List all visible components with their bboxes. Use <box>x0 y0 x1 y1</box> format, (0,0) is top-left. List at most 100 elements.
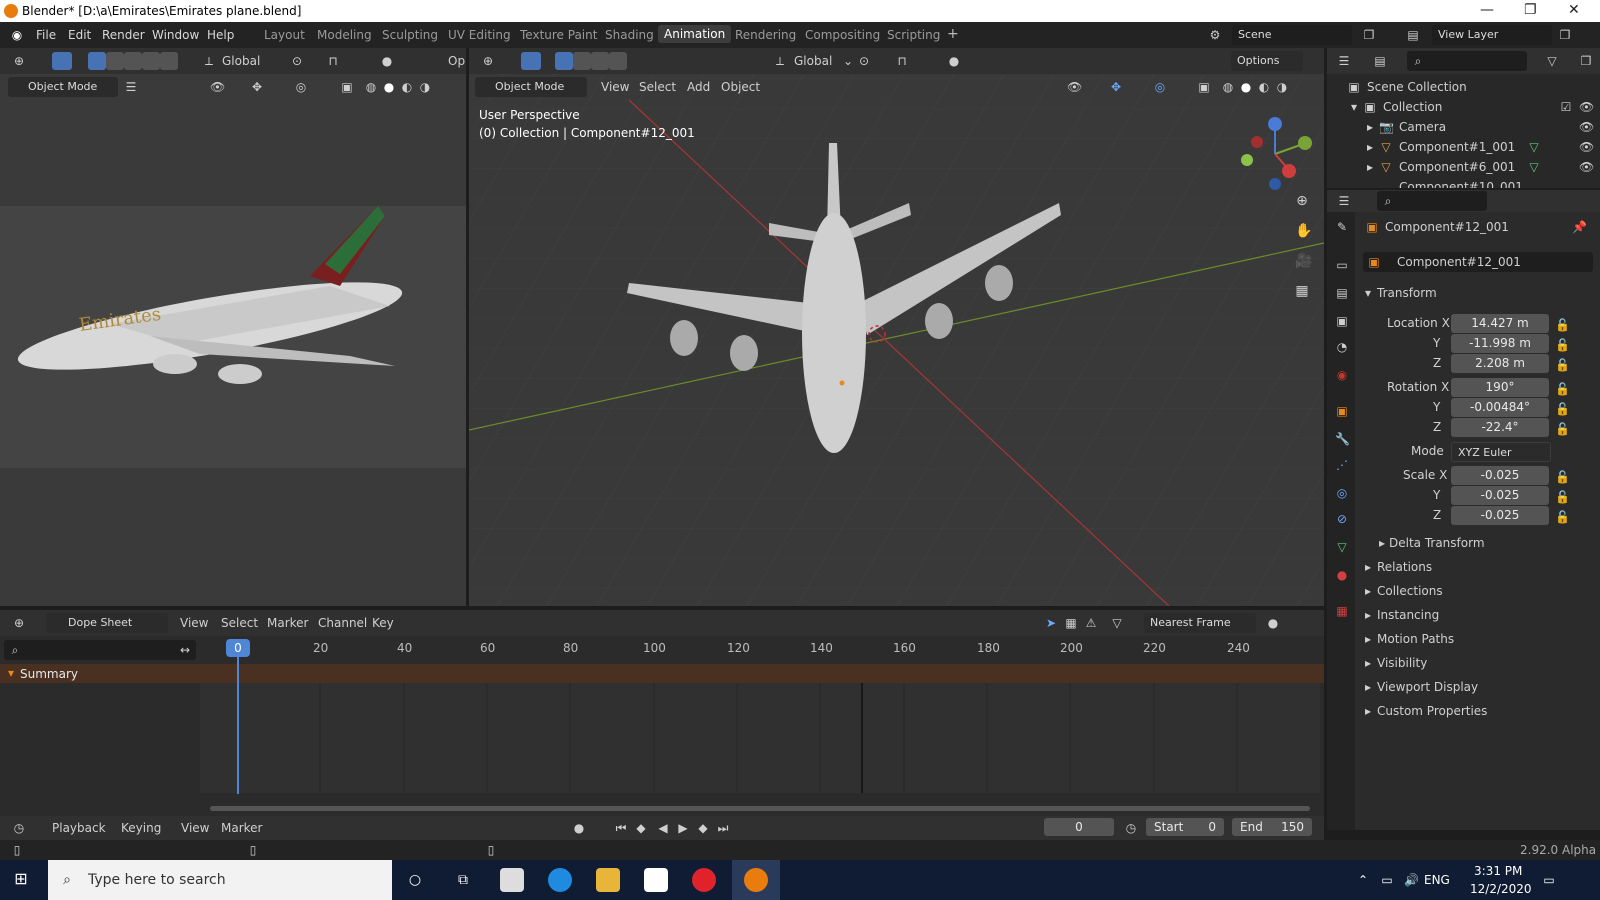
summary-row[interactable] <box>0 664 1324 683</box>
gizmo-icon[interactable]: ✥ <box>250 80 264 94</box>
viewport-dropdown-arrow-icon[interactable]: ⌄ <box>841 54 855 68</box>
tab-shading[interactable]: Shading <box>605 28 654 42</box>
panel-expand-icon[interactable]: ▸ <box>1361 632 1375 646</box>
jump-start-icon[interactable]: ⏮ <box>614 821 628 835</box>
transform-panel-title[interactable]: Transform <box>1377 286 1437 300</box>
location-y-field[interactable]: -11.998 m <box>1451 334 1549 353</box>
opera-icon[interactable] <box>692 868 716 892</box>
rotation-mode-dropdown[interactable]: XYZ Euler <box>1451 442 1551 462</box>
new-scene-icon[interactable]: ❐ <box>1362 28 1376 42</box>
overlay-icon[interactable]: ◎ <box>294 80 308 94</box>
panel-viewport-display[interactable]: Viewport Display <box>1377 680 1478 694</box>
render-tab-icon[interactable]: ▭ <box>1335 258 1349 272</box>
panel-custom-properties[interactable]: Custom Properties <box>1377 704 1487 718</box>
pivot-icon[interactable]: ⊙ <box>290 54 304 68</box>
left-options-cutoff[interactable]: Op <box>448 54 465 68</box>
camera-eye-icon[interactable]: 👁 <box>1579 120 1594 134</box>
channel-search-input[interactable]: ⌕ <box>4 640 196 660</box>
windows-start-icon[interactable]: ⊞ <box>14 871 28 887</box>
notifications-icon[interactable]: ▭ <box>1542 873 1556 887</box>
outliner-new-collection-icon[interactable]: ❐ <box>1579 54 1593 68</box>
viewport-gizmo-icon[interactable]: ✥ <box>1109 80 1123 94</box>
tool-tab-icon[interactable]: ✎ <box>1335 220 1349 234</box>
rotation-x-field[interactable]: 190° <box>1451 378 1549 397</box>
start-frame-field[interactable]: Start 0 <box>1146 818 1224 836</box>
clock-icon[interactable]: ◷ <box>1124 821 1138 835</box>
scale-z-field[interactable]: -0.025 <box>1451 506 1549 525</box>
lock-icon[interactable]: 🔓 <box>1555 402 1570 416</box>
particles-tab-icon[interactable]: ⋰ <box>1335 458 1349 472</box>
outliner-item-component10[interactable]: Component#10_001 <box>1399 180 1523 188</box>
panel-instancing[interactable]: Instancing <box>1377 608 1439 622</box>
viewport-visibility-icon[interactable]: 👁 <box>1067 80 1082 94</box>
task-view-icon[interactable]: ⧉ <box>456 873 470 887</box>
tray-chevron-icon[interactable]: ⌃ <box>1356 873 1370 887</box>
mesh-data-tab-icon[interactable]: ▽ <box>1335 540 1349 554</box>
collection-expand-icon[interactable]: ▾ <box>1347 100 1361 114</box>
dope-editor-type-icon[interactable]: ⊕ <box>12 616 26 630</box>
playhead-frame-badge[interactable]: 0 <box>226 639 250 657</box>
store-icon[interactable] <box>500 868 524 892</box>
viewport-transform-orientation[interactable]: Global <box>794 54 832 68</box>
lock-icon[interactable]: 🔓 <box>1555 422 1570 436</box>
view-layer-selector[interactable]: View Layer <box>1432 25 1552 45</box>
dope-menu-channel[interactable]: Channel <box>318 616 367 630</box>
record-icon[interactable]: ● <box>572 821 586 835</box>
view-layer-icon[interactable]: ▤ <box>1406 28 1420 42</box>
network-icon[interactable]: ▭ <box>1380 873 1394 887</box>
solid-shading-icon[interactable]: ● <box>382 80 396 94</box>
summary-expand-icon[interactable]: ▾ <box>4 666 18 680</box>
prev-keyframe-icon[interactable]: ◆ <box>634 821 648 835</box>
timeline-menu-view[interactable]: View <box>181 821 209 835</box>
outliner-item-component1[interactable]: Component#1_001 <box>1399 140 1515 154</box>
dope-mode-dropdown[interactable]: Dope Sheet <box>46 613 168 633</box>
jump-end-icon[interactable]: ⏭ <box>716 821 730 835</box>
tab-uv-editing[interactable]: UV Editing <box>448 28 511 42</box>
object-name-field[interactable]: ▣ Component#12_001 <box>1363 252 1593 272</box>
pan-hand-icon[interactable]: ✋ <box>1295 224 1312 238</box>
object-tab-icon[interactable]: ▣ <box>1335 404 1349 418</box>
panel-expand-icon[interactable]: ▸ <box>1361 656 1375 670</box>
timeline-editor-icon[interactable]: ◷ <box>12 821 26 835</box>
physics-tab-icon[interactable]: ◎ <box>1335 486 1349 500</box>
dope-menu-view[interactable]: View <box>180 616 208 630</box>
viewport-sel-extend[interactable] <box>573 52 591 70</box>
viewport-solid-icon[interactable]: ● <box>1239 80 1253 94</box>
cortana-icon[interactable]: ○ <box>408 873 422 887</box>
collection-checkbox-icon[interactable]: ☑ <box>1559 100 1573 114</box>
viewport-wireframe-icon[interactable]: ◍ <box>1221 80 1235 94</box>
snap-mode-dropdown[interactable]: Nearest Frame <box>1144 613 1256 633</box>
play-reverse-icon[interactable]: ◀ <box>656 821 670 835</box>
left-transform-orientation[interactable]: Global <box>222 54 260 68</box>
proportional-icon[interactable]: ● <box>380 54 394 68</box>
panel-relations[interactable]: Relations <box>1377 560 1432 574</box>
only-selected-icon[interactable]: ➤ <box>1044 616 1058 630</box>
volume-icon[interactable]: 🔊 <box>1404 873 1419 887</box>
new-view-layer-icon[interactable]: ❐ <box>1558 28 1572 42</box>
close-icon[interactable]: ✕ <box>1568 2 1580 18</box>
location-x-field[interactable]: 14.427 m <box>1451 314 1549 333</box>
dope-menu-key[interactable]: Key <box>372 616 394 630</box>
scene-selector[interactable]: Scene <box>1232 25 1352 45</box>
modifier-tab-icon[interactable]: 🔧 <box>1335 432 1350 446</box>
viewport-xray-icon[interactable]: ▣ <box>1197 80 1211 94</box>
outliner-search-input[interactable]: ⌕ <box>1407 51 1527 71</box>
panel-expand-icon[interactable]: ▸ <box>1361 704 1375 718</box>
viewport-proportional-icon[interactable]: ● <box>947 54 961 68</box>
end-frame-field[interactable]: End 150 <box>1232 818 1312 836</box>
scale-y-field[interactable]: -0.025 <box>1451 486 1549 505</box>
outliner-collection[interactable]: Collection <box>1383 100 1442 114</box>
tab-scripting[interactable]: Scripting <box>887 28 940 42</box>
viewport-editor-type-icon[interactable]: ⊕ <box>481 54 495 68</box>
play-icon[interactable]: ▶ <box>676 821 690 835</box>
outliner-item-camera[interactable]: Camera <box>1399 120 1446 134</box>
view-layer-tab-icon[interactable]: ▣ <box>1335 314 1349 328</box>
dope-timeline-area[interactable] <box>200 683 1320 793</box>
viewport-snap-icon[interactable]: ⊓ <box>895 54 909 68</box>
panel-collections[interactable]: Collections <box>1377 584 1443 598</box>
scale-x-field[interactable]: -0.025 <box>1451 466 1549 485</box>
rendered-shading-icon[interactable]: ◑ <box>418 80 432 94</box>
plane-model[interactable] <box>609 143 1089 503</box>
current-frame-field[interactable]: 0 <box>1044 818 1114 836</box>
viewport-overlay-icon[interactable]: ◎ <box>1153 80 1167 94</box>
